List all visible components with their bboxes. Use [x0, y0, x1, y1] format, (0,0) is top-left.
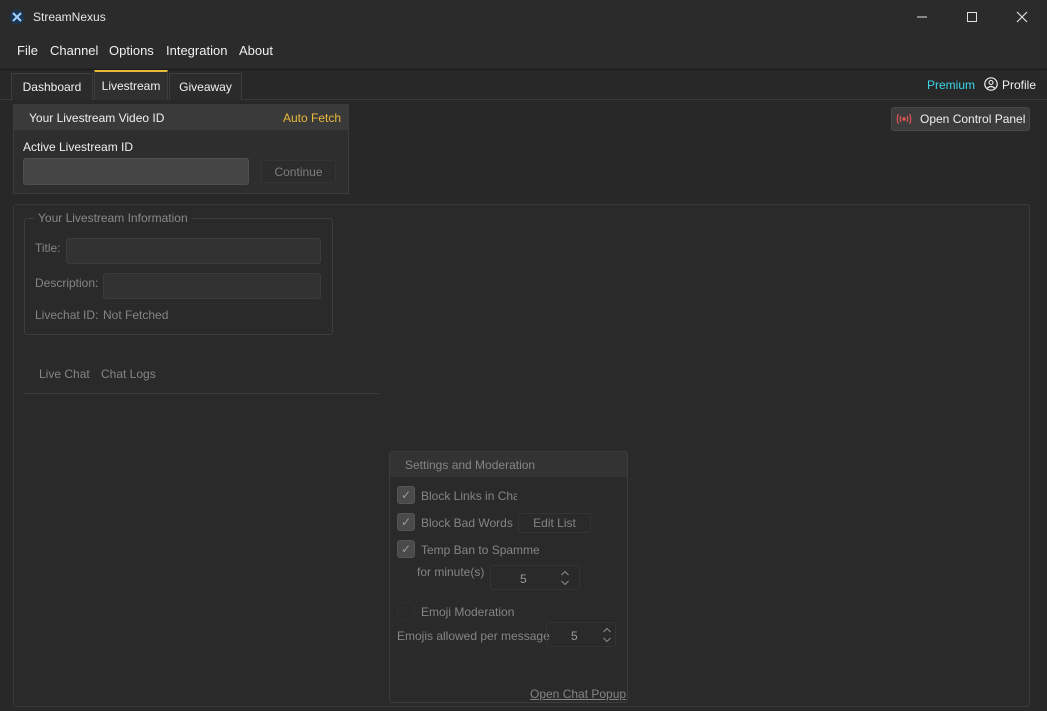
open-control-panel-button[interactable]: Open Control Panel	[891, 107, 1030, 131]
active-id-label: Active Livestream ID	[23, 140, 134, 154]
open-chat-popup-link[interactable]: Open Chat Popup	[530, 687, 626, 701]
emoji-moderation-checkbox[interactable]	[397, 602, 415, 620]
close-icon	[1016, 11, 1028, 23]
profile-icon[interactable]	[984, 77, 998, 91]
edit-list-button[interactable]: Edit List	[518, 513, 591, 533]
spin-arrows-icon[interactable]	[602, 625, 612, 645]
premium-badge[interactable]: Premium	[927, 78, 975, 92]
app-title: StreamNexus	[33, 10, 106, 24]
description-label: Description:	[35, 276, 99, 290]
menu-file[interactable]: File	[17, 43, 38, 58]
profile-link[interactable]: Profile	[1002, 78, 1036, 92]
description-input[interactable]	[103, 273, 321, 299]
tab-live-chat[interactable]: Live Chat	[39, 367, 90, 381]
block-bad-words-label: Block Bad Words	[421, 516, 513, 530]
open-control-panel-label: Open Control Panel	[920, 112, 1026, 126]
tab-livestream[interactable]: Livestream	[94, 70, 168, 100]
emojis-allowed-value[interactable]: 5	[571, 629, 578, 643]
livechat-id-value: Not Fetched	[103, 308, 169, 322]
spin-arrows-icon[interactable]	[560, 568, 570, 588]
minimize-button[interactable]	[897, 0, 947, 34]
tab-giveaway[interactable]: Giveaway	[169, 73, 242, 100]
title-bar	[0, 0, 1047, 34]
menu-channel[interactable]: Channel	[50, 43, 98, 58]
minimize-icon	[917, 16, 927, 18]
livechat-id-label: Livechat ID:	[35, 308, 99, 322]
checkmark-icon: ✓	[400, 488, 412, 502]
active-livestream-id-input[interactable]	[23, 158, 249, 185]
ban-minutes-value[interactable]: 5	[520, 572, 527, 586]
menu-options[interactable]: Options	[109, 43, 154, 58]
checkmark-icon: ✓	[400, 542, 412, 556]
broadcast-icon	[896, 113, 912, 125]
video-id-panel-title: Your Livestream Video ID	[29, 111, 165, 125]
block-links-checkbox[interactable]: ✓	[397, 486, 415, 504]
maximize-button[interactable]	[947, 0, 997, 34]
for-minutes-label: for minute(s)	[417, 565, 485, 579]
menu-bar	[0, 34, 1047, 68]
close-button[interactable]	[997, 0, 1047, 34]
emojis-allowed-label: Emojis allowed per message	[397, 629, 550, 643]
temp-ban-label: Temp Ban to Spammers	[421, 543, 539, 557]
checkmark-icon: ✓	[400, 515, 412, 529]
continue-button[interactable]: Continue	[261, 160, 336, 183]
menu-integration[interactable]: Integration	[166, 43, 227, 58]
settings-moderation-title: Settings and Moderation	[405, 458, 536, 472]
tab-dashboard[interactable]: Dashboard	[11, 73, 93, 100]
menu-about[interactable]: About	[239, 43, 273, 58]
block-links-label: Block Links in Chat	[421, 489, 517, 503]
tab-chat-logs[interactable]: Chat Logs	[101, 367, 156, 381]
title-input[interactable]	[66, 238, 321, 264]
block-bad-words-checkbox[interactable]: ✓	[397, 513, 415, 531]
livestream-info-title: Your Livestream Information	[34, 211, 192, 225]
maximize-icon	[967, 12, 977, 22]
auto-fetch-link[interactable]: Auto Fetch	[283, 111, 341, 125]
temp-ban-checkbox[interactable]: ✓	[397, 540, 415, 558]
title-label: Title:	[35, 241, 61, 255]
app-logo-icon	[9, 9, 25, 25]
chat-tabs-divider	[24, 393, 380, 394]
emoji-moderation-label: Emoji Moderation	[421, 605, 515, 619]
